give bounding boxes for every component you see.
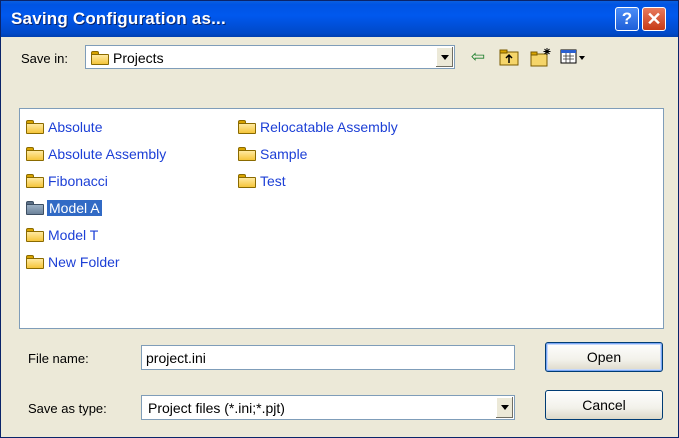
folder-item[interactable]: Test [238,171,287,191]
new-folder-icon [530,48,551,67]
view-menu-button[interactable] [559,47,589,67]
folder-icon [26,147,44,161]
folder-item[interactable]: New Folder [26,252,121,272]
folder-item[interactable]: Model A [26,198,102,218]
close-button[interactable]: ✕ [642,7,666,31]
help-icon: ? [621,9,633,28]
folder-item[interactable]: Fibonacci [26,171,109,191]
open-button[interactable]: Open [545,342,663,372]
folder-item-label: Absolute Assembly [48,146,167,162]
folder-item-label: Absolute [48,119,103,135]
folder-icon [26,201,44,215]
up-folder-button[interactable] [498,47,520,67]
save-as-type-dropdown-button[interactable] [495,397,513,418]
save-as-type-combo[interactable]: Project files (*.ini;*.pjt) [141,395,515,420]
save-in-dropdown-button[interactable] [435,47,453,67]
back-button[interactable]: ⇦ [467,47,489,67]
cancel-button[interactable]: Cancel [545,390,663,420]
folder-item[interactable]: Absolute [26,117,103,137]
folder-item[interactable]: Model T [26,225,99,245]
folder-item-label: New Folder [48,254,120,270]
folder-list[interactable]: Absolute Absolute Assembly Fibonacci Model … [19,108,664,329]
back-arrow-icon: ⇦ [470,47,486,66]
folder-item-label: Model A [47,200,102,216]
folder-item[interactable]: Relocatable Assembly [238,117,399,137]
save-as-type-label: Save as type: [28,401,107,416]
save-as-type-value: Project files (*.ini;*.pjt) [148,400,285,416]
folder-icon [26,228,44,242]
folder-item-label: Fibonacci [48,173,108,189]
folder-icon [26,255,44,269]
view-menu-icon [560,49,585,64]
file-name-label: File name: [28,351,89,366]
dialog-title: Saving Configuration as... [11,9,226,28]
save-in-label: Save in: [21,51,68,66]
save-in-combo[interactable]: Projects [85,45,455,69]
folder-item[interactable]: Sample [238,144,308,164]
up-folder-icon [499,49,519,66]
folder-item-label: Model T [48,227,99,243]
chevron-down-icon [440,54,449,60]
new-folder-button[interactable] [530,47,552,67]
chevron-down-icon [500,405,509,410]
save-dialog: Saving Configuration as... ? ✕ Save in: … [0,0,679,438]
folder-icon [238,174,256,188]
help-button[interactable]: ? [615,7,639,31]
folder-icon [238,120,256,134]
folder-item-label: Relocatable Assembly [260,119,398,135]
file-name-input[interactable]: project.ini [141,345,515,370]
folder-icon [26,174,44,188]
folder-icon [238,147,256,161]
folder-item-label: Test [260,173,286,189]
save-in-value: Projects [113,50,164,66]
folder-icon [26,120,44,134]
folder-item[interactable]: Absolute Assembly [26,144,167,164]
close-icon: ✕ [646,8,662,29]
folder-item-label: Sample [260,146,308,162]
title-bar[interactable]: Saving Configuration as... ? ✕ [1,1,678,37]
folder-icon [91,51,109,65]
